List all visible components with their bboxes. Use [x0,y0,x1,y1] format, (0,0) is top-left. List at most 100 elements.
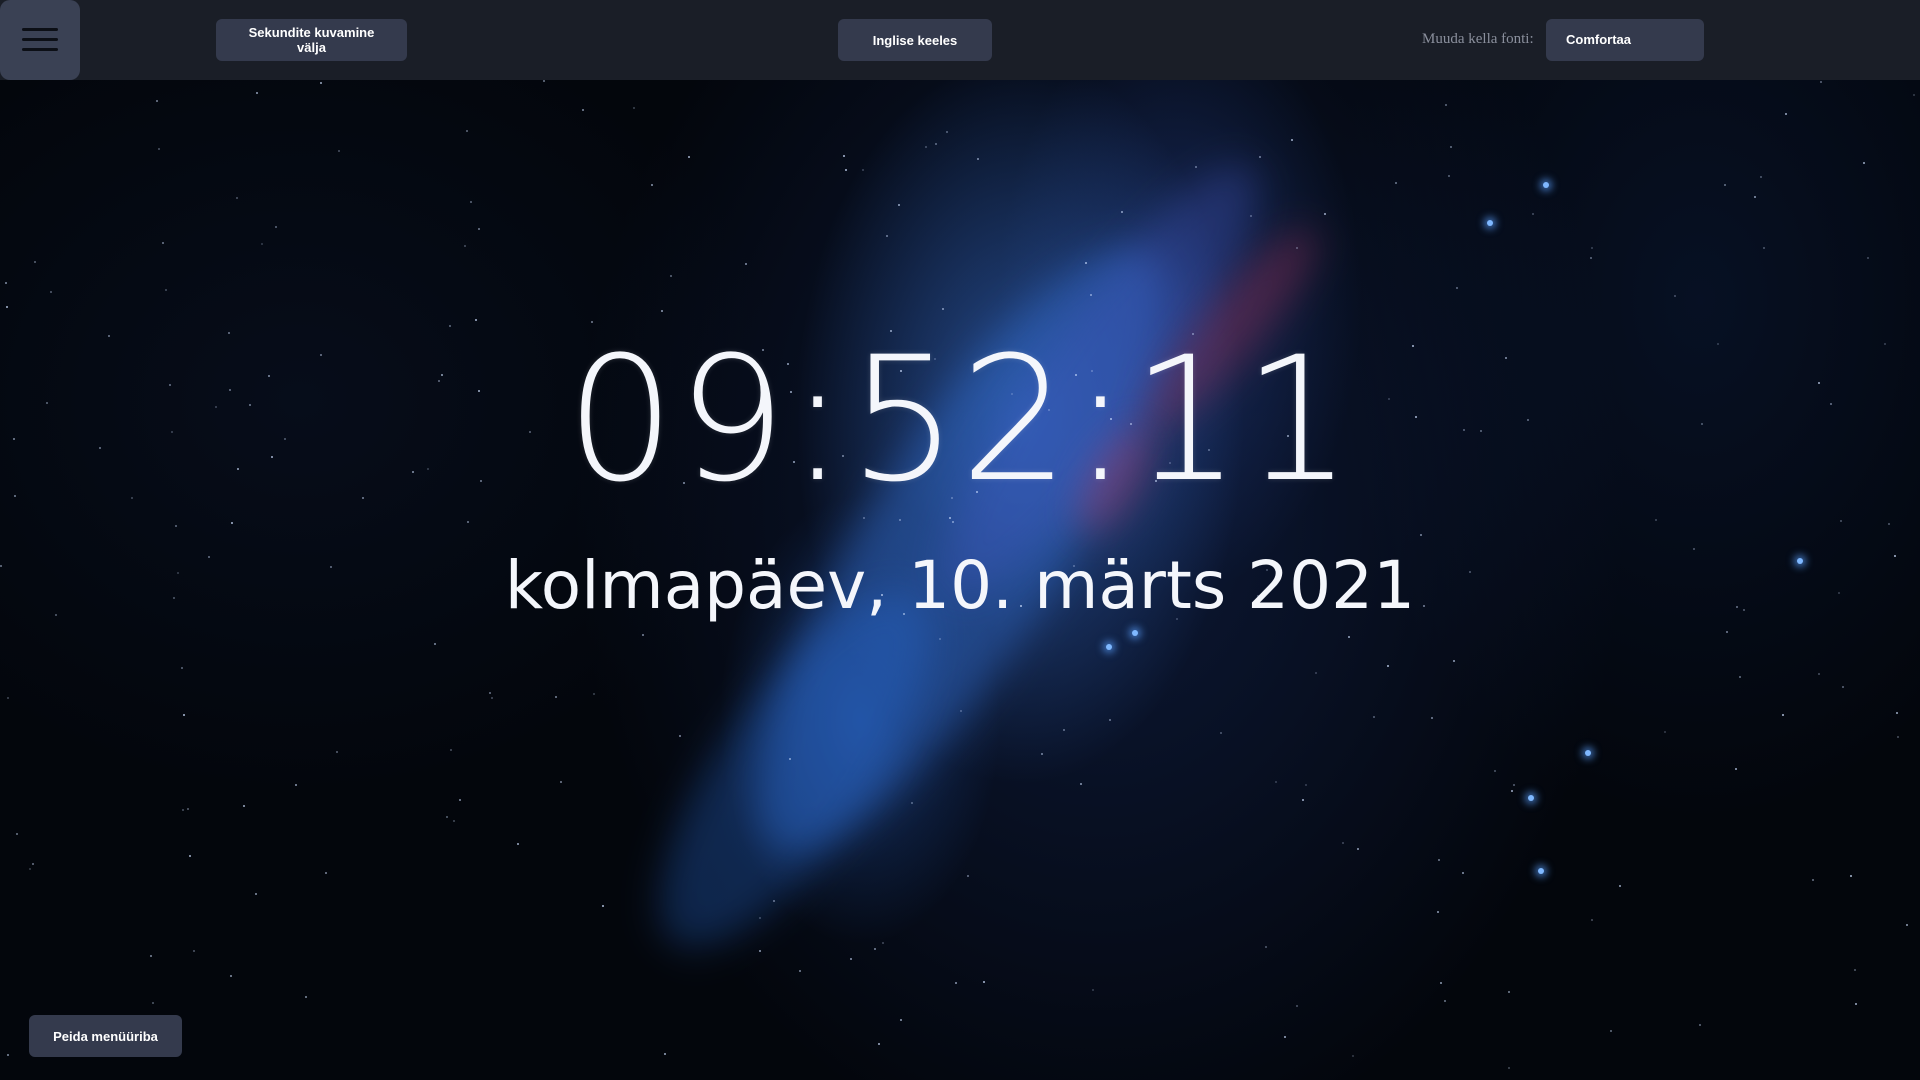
star [50,291,52,293]
star [1591,247,1593,249]
star [517,843,519,845]
star [275,226,277,228]
star [850,958,852,960]
star [1896,712,1898,714]
star [1508,991,1510,993]
star [955,982,957,984]
bright-star [1585,750,1591,756]
star [1090,294,1092,296]
star [183,714,185,716]
star [1324,213,1326,215]
star [960,710,962,712]
star [467,521,469,523]
star [1080,783,1082,785]
star [1842,686,1844,688]
font-select-label: Muuda kella fonti: [1422,31,1534,47]
star [939,638,941,640]
star [1840,520,1842,522]
star [1296,247,1298,249]
star [1867,257,1869,259]
hide-menu-button[interactable]: Peida menüüriba [29,1015,182,1057]
space-background [0,0,1920,1080]
star [434,643,436,645]
star [1342,842,1344,844]
star [1250,215,1252,217]
star [1109,719,1111,721]
star [162,242,164,244]
star [900,1019,902,1021]
star [255,893,257,895]
star [175,525,177,527]
star [679,735,681,737]
star [7,1054,9,1056]
star [886,235,888,237]
menu-bar-line [22,48,58,51]
star [1619,885,1621,887]
star [1438,859,1440,861]
star [1513,784,1515,786]
star [1494,770,1496,772]
star [1450,146,1452,148]
star [1352,1055,1354,1057]
star [478,228,480,230]
star [29,868,31,870]
star [1782,714,1784,716]
star [670,275,672,277]
star [449,325,451,327]
star [1655,519,1657,521]
star [236,197,238,199]
hamburger-menu-icon[interactable] [0,0,80,80]
star [789,758,791,760]
star [1863,162,1865,164]
star [1302,799,1304,801]
star [1315,672,1317,674]
star [1041,753,1043,755]
star [1855,1003,1857,1005]
star [181,667,183,669]
star [256,92,258,94]
star [582,109,584,111]
star [1812,879,1814,881]
star [1085,262,1087,264]
star [651,184,653,186]
star [1431,717,1433,719]
star [935,143,937,145]
star [593,693,595,695]
star [338,150,340,152]
star [34,261,36,263]
star [1739,676,1741,678]
bright-star [1543,182,1549,188]
star [1291,139,1293,141]
star [295,784,297,786]
star [325,872,327,874]
seconds-toggle-button[interactable]: Sekundite kuvamine välja [216,19,407,61]
star [5,282,7,284]
star [453,820,455,822]
star [1373,716,1375,718]
star [925,146,927,148]
clock-date: kolmapäev, 10. märts 2021 [504,547,1416,624]
star [1726,631,1728,633]
star [1063,729,1065,731]
star [231,522,233,524]
star [1906,924,1908,926]
star [1820,81,1822,83]
star [1462,872,1464,874]
star [543,80,545,82]
language-button[interactable]: Inglise keeles [838,19,992,61]
clock-time: 09:52:11 [565,319,1355,520]
star [152,1002,154,1004]
star [882,942,884,944]
star [1664,731,1666,733]
star [32,863,34,865]
star [1897,736,1899,738]
star [475,319,477,321]
star [952,521,954,523]
star [862,169,864,171]
star [1785,113,1787,115]
star [1265,946,1267,948]
star [489,692,491,694]
star [1448,175,1450,177]
font-select[interactable]: Comfortaa [1546,19,1704,61]
star [1296,1005,1298,1007]
